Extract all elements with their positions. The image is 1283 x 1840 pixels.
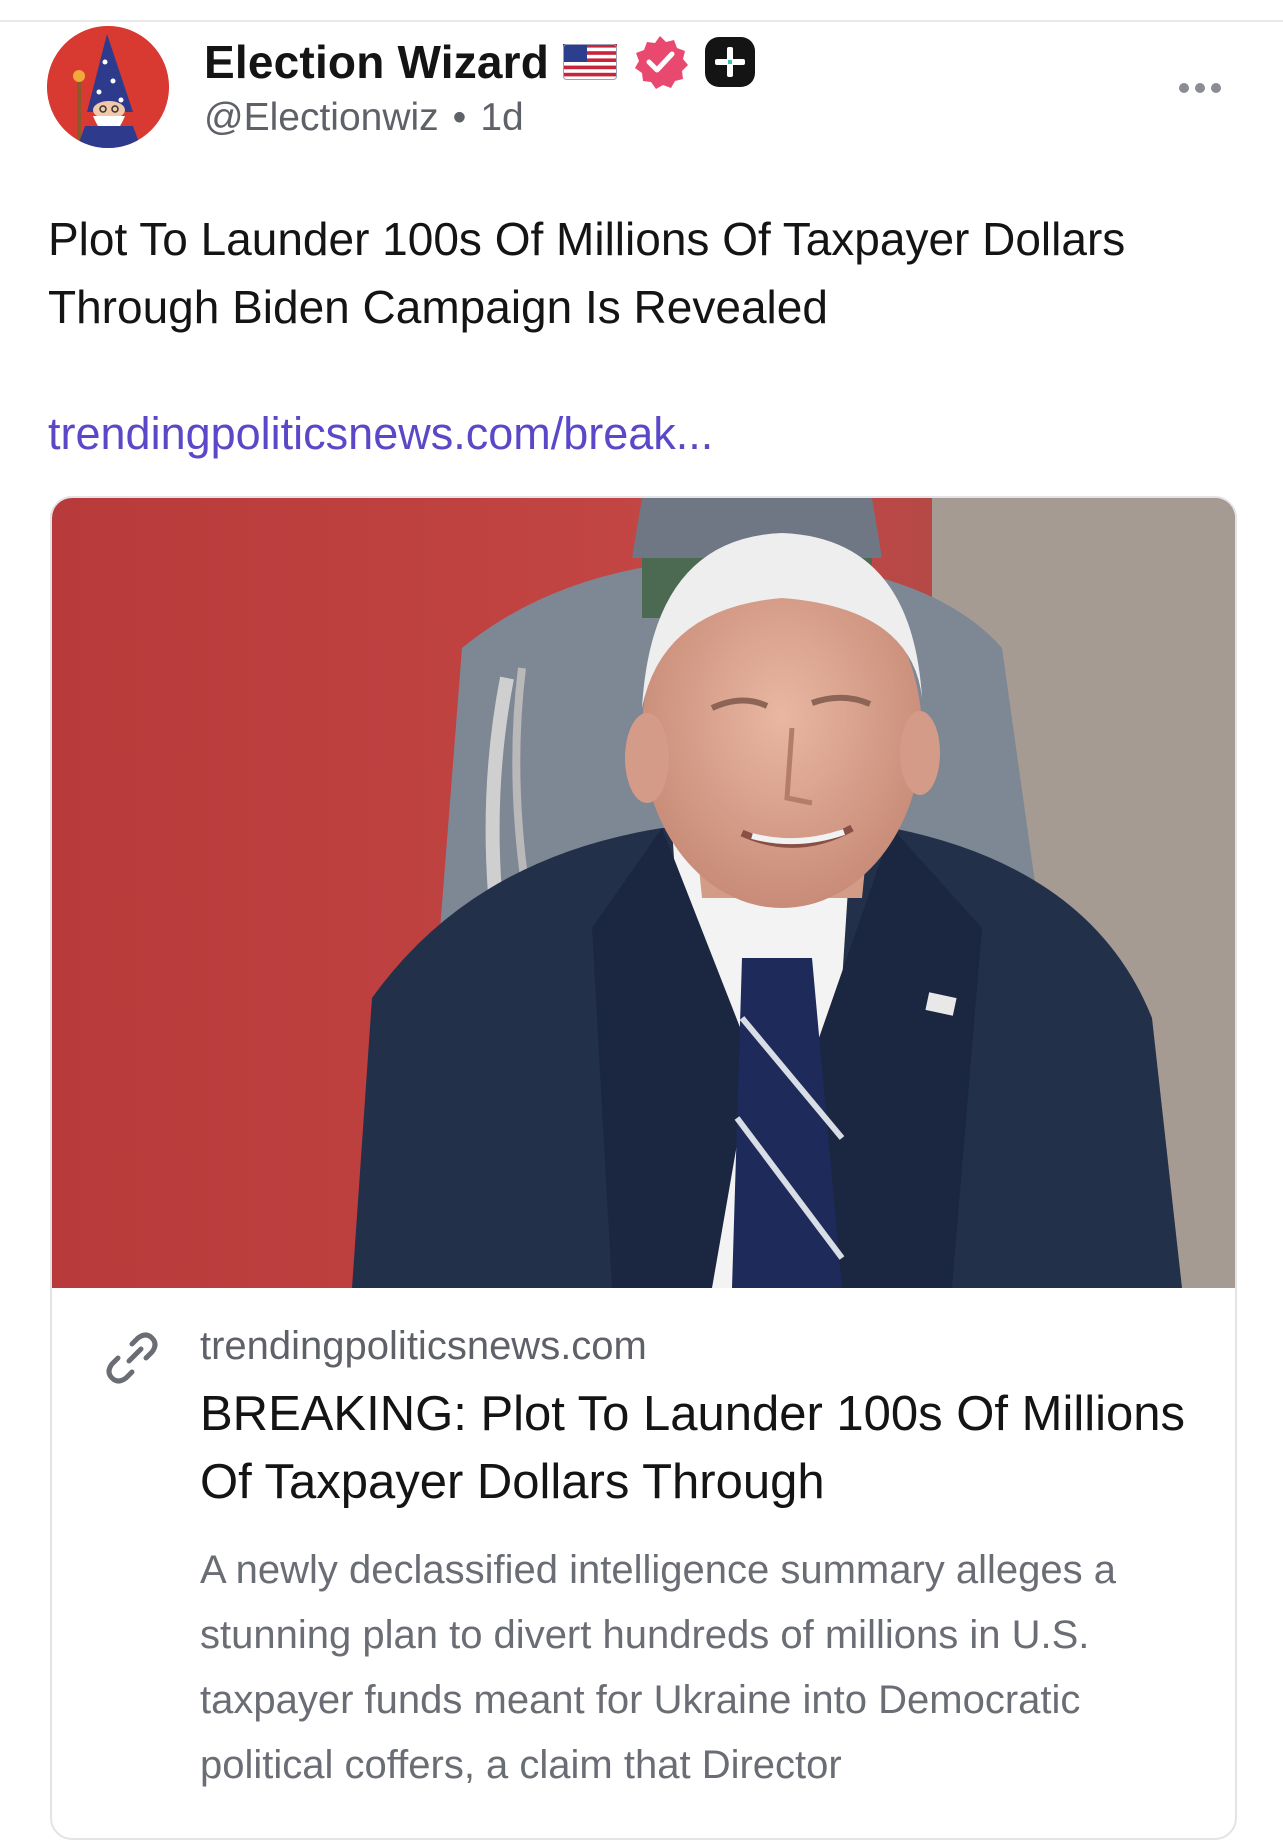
author-handle-row: @Electionwiz • 1d <box>204 96 524 140</box>
link-preview-card[interactable]: trendingpoliticsnews.com BREAKING: Plot … <box>50 496 1237 1840</box>
author-name-row: Election Wizard <box>204 30 757 94</box>
more-horizontal-icon <box>1195 83 1205 93</box>
post-age: 1d <box>480 96 524 139</box>
link-chain-icon <box>106 1332 158 1384</box>
card-title[interactable]: BREAKING: Plot To Launder 100s Of Millio… <box>200 1380 1200 1516</box>
author-avatar[interactable] <box>47 26 169 148</box>
more-options-button[interactable] <box>1170 70 1230 106</box>
more-horizontal-icon <box>1179 83 1189 93</box>
card-description: A newly declassified intelligence summar… <box>200 1548 1117 1787</box>
wizard-avatar-icon <box>47 26 169 148</box>
card-domain: trendingpoliticsnews.com <box>200 1324 647 1368</box>
top-divider <box>0 20 1283 22</box>
us-flag-icon <box>563 44 618 80</box>
article-photo <box>52 498 1235 1288</box>
post-link[interactable]: trendingpoliticsnews.com/break... <box>48 408 713 460</box>
post-text: Plot To Launder 100s Of Millions Of Taxp… <box>48 213 1126 333</box>
meta-separator: • <box>452 96 467 139</box>
verified-icon <box>635 36 689 89</box>
more-horizontal-icon <box>1211 83 1221 93</box>
author-display-name[interactable]: Election Wizard <box>204 35 549 89</box>
author-handle[interactable]: @Electionwiz <box>204 96 439 140</box>
plus-badge-icon <box>705 37 756 87</box>
